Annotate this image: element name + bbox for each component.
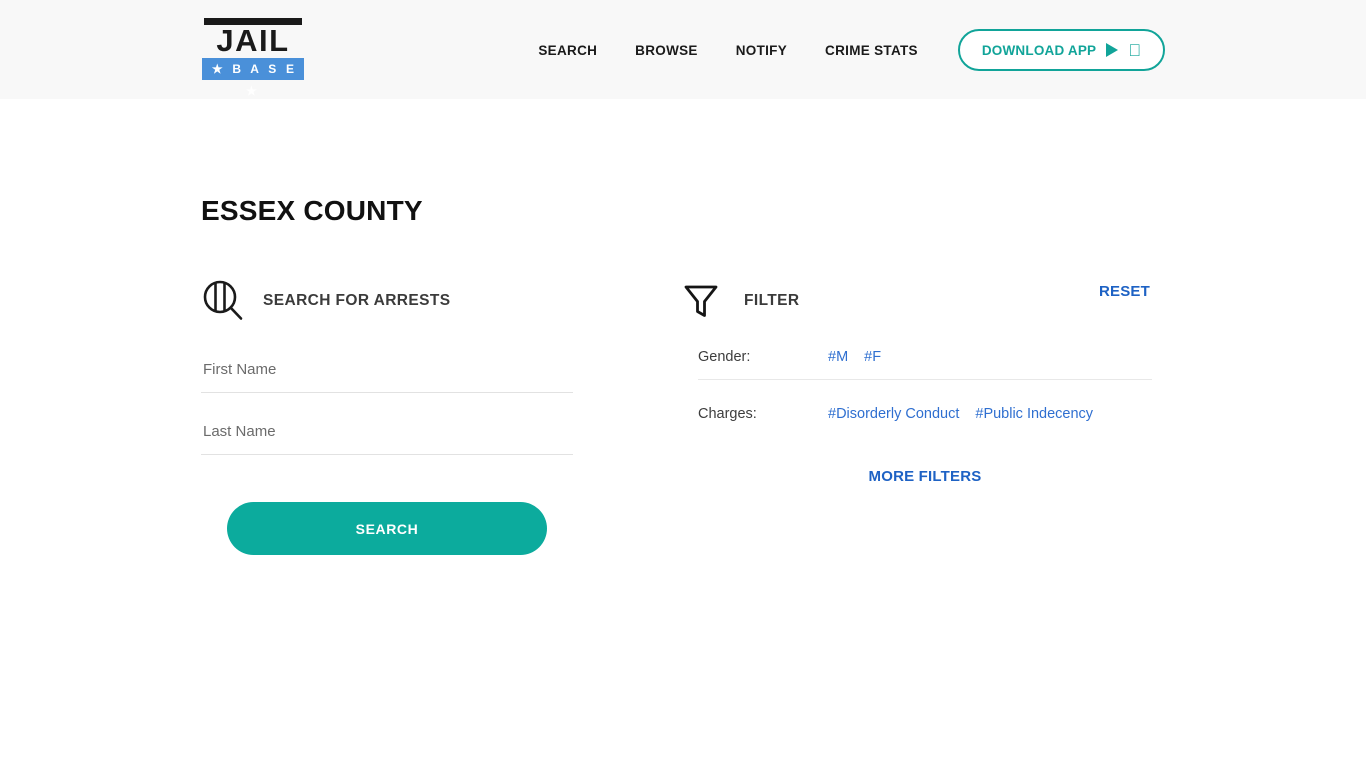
google-play-icon: [1106, 43, 1119, 57]
filter-row-charges: Charges: #Disorderly Conduct #Public Ind…: [698, 392, 1152, 436]
filter-panel: FILTER RESET Gender: #M #F Charges: #Dis…: [682, 277, 1152, 485]
jail-magnifier-icon: [201, 279, 245, 323]
apple-icon: : [1128, 42, 1141, 59]
download-app-label: DOWNLOAD APP: [981, 42, 1097, 58]
nav-link-browse[interactable]: BROWSE: [635, 43, 698, 58]
page-title: ESSEX COUNTY: [201, 195, 423, 226]
filter-divider: [698, 379, 1152, 380]
search-panel-header: SEARCH FOR ARRESTS: [201, 277, 573, 325]
filter-tag-disorderly-conduct[interactable]: #Disorderly Conduct: [828, 406, 959, 422]
search-submit-button[interactable]: SEARCH: [227, 502, 547, 555]
filter-tag-public-indecency[interactable]: #Public Indecency: [975, 406, 1093, 422]
filter-panel-header: FILTER RESET: [682, 277, 1152, 325]
reset-filters-link[interactable]: RESET: [1099, 283, 1150, 300]
filter-row-gender: Gender: #M #F: [698, 335, 1152, 379]
nav-link-search[interactable]: SEARCH: [538, 43, 597, 58]
filter-tag-female[interactable]: #F: [864, 349, 881, 365]
nav-link-notify[interactable]: NOTIFY: [736, 43, 787, 58]
filter-label-gender: Gender:: [698, 349, 751, 365]
download-app-button[interactable]: DOWNLOAD APP : [957, 29, 1165, 71]
more-filters-link[interactable]: MORE FILTERS: [698, 468, 1152, 485]
main-navigation: SEARCH BROWSE NOTIFY CRIME STATS DOWNLOA…: [538, 29, 1165, 71]
funnel-icon: [682, 282, 720, 320]
logo-jail-text: JAIL: [216, 23, 290, 58]
search-for-arrests-panel: SEARCH FOR ARRESTS SEARCH: [201, 277, 573, 555]
site-header: JAIL ★ B A S E ★ SEARCH BROWSE NOTIFY CR…: [0, 0, 1366, 99]
nav-link-crime-stats[interactable]: CRIME STATS: [825, 43, 918, 58]
logo-base-text: ★ B A S E ★: [202, 58, 304, 98]
filter-panel-title: FILTER: [744, 292, 800, 309]
site-logo[interactable]: JAIL ★ B A S E ★: [202, 18, 304, 98]
first-name-input[interactable]: [201, 355, 573, 393]
search-panel-title: SEARCH FOR ARRESTS: [263, 292, 451, 309]
filter-label-charges: Charges:: [698, 406, 757, 422]
filter-tag-male[interactable]: #M: [828, 349, 848, 365]
last-name-input[interactable]: [201, 417, 573, 455]
